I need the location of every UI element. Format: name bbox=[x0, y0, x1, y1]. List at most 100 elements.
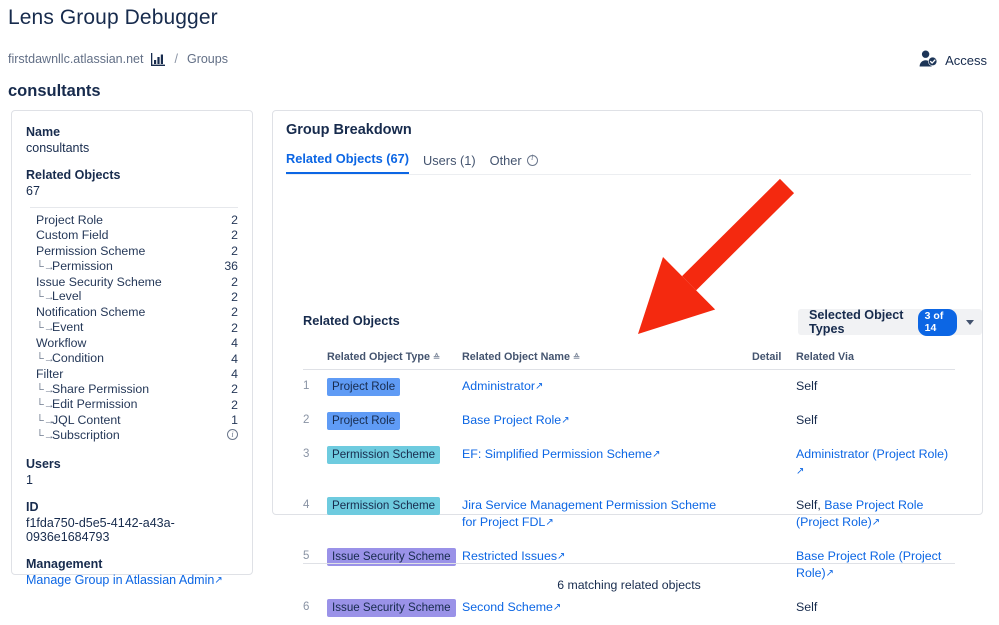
related-object-name-link[interactable]: Jira Service Management Permission Schem… bbox=[462, 498, 716, 529]
breakdown-row-label: └→JQL Content bbox=[36, 413, 231, 429]
column-header-label: Related Object Name bbox=[462, 351, 570, 363]
cell-related-object-name: Base Project Role ↗ bbox=[462, 412, 752, 430]
breakdown-row-count: 4 bbox=[231, 336, 238, 351]
related-via-link[interactable]: Base Project Role (Project Role) bbox=[796, 549, 941, 580]
tree-branch-icon: └→ bbox=[36, 383, 52, 398]
management-label: Management bbox=[26, 557, 238, 571]
manage-group-link-text: Manage Group in Atlassian Admin bbox=[26, 573, 214, 587]
breakdown-row-count: 4 bbox=[231, 352, 238, 367]
table-row: 6Issue Security SchemeSecond Scheme ↗Sel… bbox=[303, 591, 955, 625]
column-header-type[interactable]: Related Object Type≙ bbox=[327, 351, 462, 363]
breakdown-row: └→Permission36 bbox=[36, 259, 238, 274]
related-object-name-link[interactable]: Base Project Role bbox=[462, 413, 561, 427]
breakdown-row: Notification Scheme2 bbox=[36, 305, 238, 320]
breakdown-row: Permission Scheme2 bbox=[36, 244, 238, 259]
breakdown-row-label: └→Share Permission bbox=[36, 382, 231, 398]
table-row: 3Permission Scheme EF: Simplified Permiss… bbox=[303, 438, 955, 489]
cell-related-via: Self bbox=[796, 378, 955, 394]
name-label: Name bbox=[26, 125, 238, 139]
chevron-down-icon bbox=[966, 320, 974, 325]
external-link-icon: ↗ bbox=[561, 412, 569, 429]
breakdown-row-label: Issue Security Scheme bbox=[36, 275, 231, 290]
related-object-name-link[interactable]: Administrator bbox=[462, 379, 535, 393]
related-objects-value: 67 bbox=[26, 184, 238, 198]
cell-related-object-type: Permission Scheme bbox=[327, 497, 462, 515]
sort-icon[interactable]: ≙ bbox=[433, 353, 440, 361]
breadcrumb: firstdawnllc.atlassian.net / Groups bbox=[8, 52, 228, 66]
sort-icon[interactable]: ≙ bbox=[573, 353, 580, 361]
breakdown-row-label: └→Level bbox=[36, 289, 231, 305]
breakdown-row-count: 2 bbox=[231, 382, 238, 397]
tree-branch-icon: └→ bbox=[36, 321, 52, 336]
cell-related-object-name: EF: Simplified Permission Scheme ↗ bbox=[462, 446, 752, 464]
related-object-name-link[interactable]: EF: Simplified Permission Scheme bbox=[462, 447, 652, 461]
tree-branch-icon: └→ bbox=[36, 260, 52, 275]
cell-related-object-type: Project Role bbox=[327, 412, 462, 430]
row-index: 1 bbox=[303, 378, 327, 392]
row-index: 4 bbox=[303, 497, 327, 511]
cell-related-object-name: Jira Service Management Permission Schem… bbox=[462, 497, 752, 532]
cell-related-via: Self bbox=[796, 599, 955, 615]
table-row: 4Permission SchemeJira Service Managemen… bbox=[303, 489, 955, 540]
external-link-icon: ↗ bbox=[872, 514, 880, 531]
table-footer-count: 6 matching related objects bbox=[303, 578, 955, 592]
related-via-text: Self bbox=[796, 413, 817, 427]
related-via-link[interactable]: Administrator (Project Role) bbox=[796, 447, 948, 461]
breakdown-row: Custom Field2 bbox=[36, 228, 238, 243]
breakdown-row: └→Condition4 bbox=[36, 352, 238, 367]
tab-label: Other bbox=[490, 153, 522, 168]
manage-group-link[interactable]: Manage Group in Atlassian Admin ↗ bbox=[26, 573, 238, 587]
users-value: 1 bbox=[26, 473, 238, 487]
breakdown-row: └→Share Permission2 bbox=[36, 382, 238, 397]
cell-related-via: Self bbox=[796, 412, 955, 428]
related-object-name-link[interactable]: Restricted Issues bbox=[462, 549, 557, 563]
breadcrumb-site[interactable]: firstdawnllc.atlassian.net bbox=[8, 52, 143, 66]
breadcrumb-separator: / bbox=[173, 52, 178, 66]
external-link-icon: ↗ bbox=[553, 599, 561, 616]
cell-related-object-type: Permission Scheme bbox=[327, 446, 462, 464]
breakdown-row-label: Notification Scheme bbox=[36, 305, 231, 320]
id-value: f1fda750-d5e5-4142-a43a-0936e1684793 bbox=[26, 516, 238, 544]
related-object-name-link[interactable]: Second Scheme bbox=[462, 600, 553, 614]
row-index: 3 bbox=[303, 446, 327, 460]
object-type-badge: Issue Security Scheme bbox=[327, 599, 456, 617]
user-check-icon bbox=[919, 50, 938, 70]
related-via-text: Self bbox=[796, 379, 817, 393]
related-objects-subtitle: Related Objects bbox=[303, 313, 400, 328]
access-button[interactable]: Access bbox=[919, 50, 987, 70]
breakdown-row-count bbox=[227, 428, 238, 443]
breakdown-row-label: └→Permission bbox=[36, 259, 224, 275]
column-header-detail: Detail bbox=[752, 351, 796, 363]
cell-related-object-name: Second Scheme ↗ bbox=[462, 599, 752, 617]
related-via-text: Self, bbox=[796, 498, 821, 512]
selected-object-types-count: 3 of 14 bbox=[918, 309, 957, 336]
table-footer-divider bbox=[303, 563, 955, 564]
external-link-icon: ↗ bbox=[796, 463, 804, 480]
cell-related-object-type: Issue Security Scheme bbox=[327, 599, 462, 617]
breakdown-row-count: 2 bbox=[231, 321, 238, 336]
column-header-name[interactable]: Related Object Name≙ bbox=[462, 351, 752, 363]
tab-label: Related Objects (67) bbox=[286, 151, 409, 166]
breakdown-row-label: └→Event bbox=[36, 320, 231, 336]
column-header-label: Related Via bbox=[796, 351, 854, 363]
breakdown-row: └→Level2 bbox=[36, 290, 238, 305]
object-type-badge: Permission Scheme bbox=[327, 446, 440, 464]
selected-object-types-dropdown[interactable]: Selected Object Types 3 of 14 bbox=[798, 309, 982, 335]
breadcrumb-current[interactable]: Groups bbox=[187, 52, 228, 66]
tab-users-1[interactable]: Users (1) bbox=[423, 153, 476, 174]
table-row: 2Project RoleBase Project Role ↗ Self bbox=[303, 404, 955, 438]
breakdown-row-count: 2 bbox=[231, 213, 238, 228]
tab-related-objects-67[interactable]: Related Objects (67) bbox=[286, 151, 409, 174]
tab-other[interactable]: Other bbox=[490, 153, 538, 174]
cell-related-via: Self, Base Project Role (Project Role) ↗ bbox=[796, 497, 955, 532]
row-index: 2 bbox=[303, 412, 327, 426]
breakdown-row-count: 2 bbox=[231, 244, 238, 259]
bar-chart-icon[interactable] bbox=[151, 53, 165, 66]
related-objects-label: Related Objects bbox=[26, 168, 238, 182]
breakdown-row-count: 36 bbox=[224, 259, 238, 274]
breakdown-row-count: 2 bbox=[231, 290, 238, 305]
page-title: Lens Group Debugger bbox=[8, 6, 218, 30]
info-icon[interactable] bbox=[227, 429, 238, 440]
info-icon[interactable] bbox=[527, 155, 538, 166]
column-header-label: Related Object Type bbox=[327, 351, 430, 363]
